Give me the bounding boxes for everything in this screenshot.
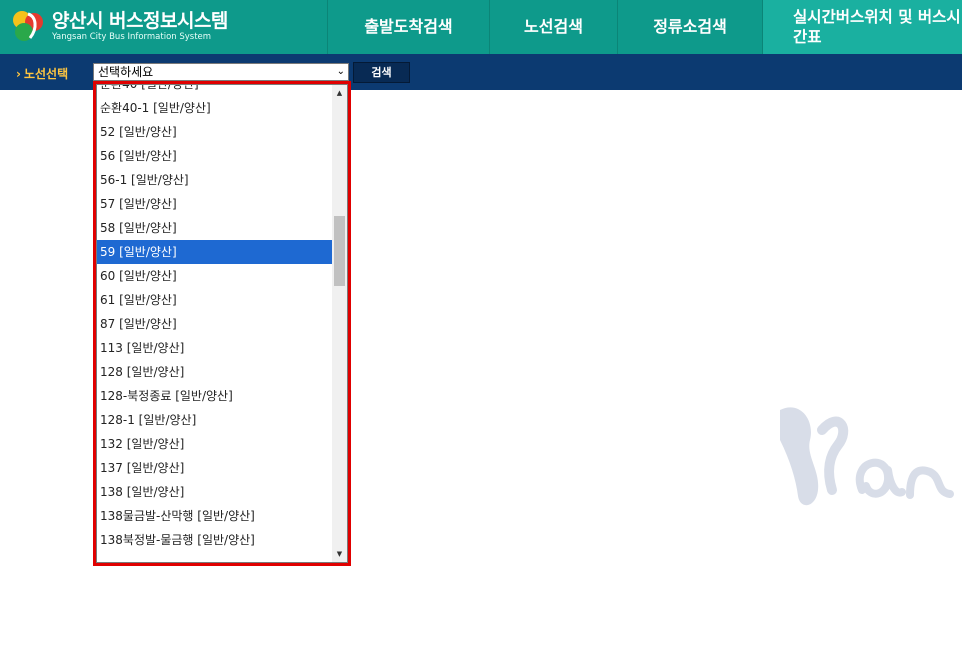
dropdown-option[interactable]: 132 [일반/양산] [97, 432, 334, 456]
nav-stop-search[interactable]: 정류소검색 [617, 0, 762, 54]
nav-route-search[interactable]: 노선검색 [489, 0, 617, 54]
logo-subtitle: Yangsan City Bus Information System [52, 32, 212, 42]
dropdown-option[interactable]: 56-1 [일반/양산] [97, 168, 334, 192]
route-select-value: 선택하세요 [98, 65, 154, 79]
dropdown-option[interactable]: 61 [일반/양산] [97, 288, 334, 312]
dropdown-option[interactable]: 138 [일반/양산] [97, 480, 334, 504]
dropdown-option[interactable]: 87 [일반/양산] [97, 312, 334, 336]
site-logo[interactable]: 양산시 버스정보시스템 Yangsan City Bus Information… [10, 6, 320, 48]
dropdown-option[interactable]: 순환40-1 [일반/양산] [97, 96, 334, 120]
route-select-label-text: 노선선택 [23, 67, 69, 81]
chevron-right-icon: › [16, 67, 21, 81]
dropdown-option[interactable]: 52 [일반/양산] [97, 120, 334, 144]
dropdown-option[interactable]: 56 [일반/양산] [97, 144, 334, 168]
dropdown-option[interactable]: 128 [일반/양산] [97, 360, 334, 384]
dropdown-option[interactable]: 138북정발-물금행 [일반/양산] [97, 528, 334, 552]
chevron-down-icon: ⌄ [336, 66, 345, 77]
dropdown-option[interactable]: 128-1 [일반/양산] [97, 408, 334, 432]
logo-title: 양산시 버스정보시스템 [52, 10, 228, 32]
nav-departure-arrival-search[interactable]: 출발도착검색 [327, 0, 489, 54]
top-header: 양산시 버스정보시스템 Yangsan City Bus Information… [0, 0, 962, 54]
yangsan-watermark-logo [780, 407, 954, 506]
route-select-label: › 노선선택 [16, 65, 68, 82]
dropdown-option-selected[interactable]: 59 [일반/양산] [97, 240, 334, 264]
dropdown-option[interactable]: 137 [일반/양산] [97, 456, 334, 480]
logo-emblem-icon [13, 11, 43, 41]
dropdown-option[interactable]: 순환40 [일반/양산] [97, 85, 334, 96]
dropdown-option[interactable]: 138물금발-산막행 [일반/양산] [97, 504, 334, 528]
dropdown-option[interactable]: 57 [일반/양산] [97, 192, 334, 216]
route-select[interactable]: 선택하세요 ⌄ [93, 63, 349, 81]
scroll-up-arrow-icon[interactable]: ▲ [332, 85, 347, 101]
dropdown-option[interactable]: 128-북정종료 [일반/양산] [97, 384, 334, 408]
option-list: 순환40 [일반/양산] 순환40-1 [일반/양산] 52 [일반/양산] 56 [… [97, 85, 334, 552]
route-dropdown-list[interactable]: 순환40 [일반/양산] 순환40-1 [일반/양산] 52 [일반/양산] 56 [… [93, 81, 351, 566]
dropdown-option[interactable]: 113 [일반/양산] [97, 336, 334, 360]
scrollbar-thumb[interactable] [334, 216, 345, 286]
search-button[interactable]: 검색 [353, 62, 410, 83]
dropdown-frame: 순환40 [일반/양산] 순환40-1 [일반/양산] 52 [일반/양산] 56 [… [96, 84, 348, 563]
nav-realtime-bus-location[interactable]: 실시간버스위치 및 버스시간표 [762, 0, 962, 54]
scroll-down-arrow-icon[interactable]: ▼ [332, 546, 347, 562]
dropdown-option[interactable]: 58 [일반/양산] [97, 216, 334, 240]
dropdown-scrollbar[interactable]: ▲ ▼ [332, 85, 347, 562]
dropdown-option[interactable]: 60 [일반/양산] [97, 264, 334, 288]
